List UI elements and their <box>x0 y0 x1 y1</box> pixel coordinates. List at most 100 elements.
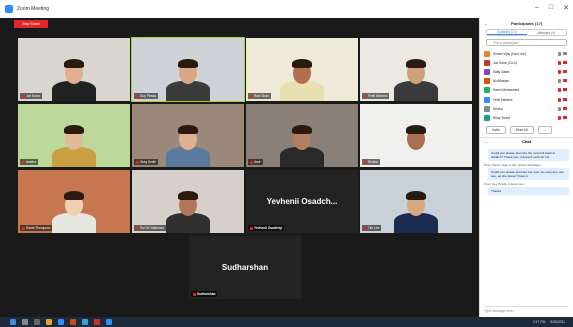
participant-row[interactable]: Harsh Mohammed <box>484 86 569 95</box>
participant-name: Sarah Thompson <box>26 226 51 230</box>
participant-list-name: Harsh Mohammed <box>493 88 520 93</box>
microphone-icon[interactable] <box>558 115 561 120</box>
participant-hair <box>292 125 312 134</box>
microphone-icon[interactable] <box>558 60 561 65</box>
participant-row[interactable]: Ali Afkarian <box>484 77 569 86</box>
chevron-down-icon[interactable]: ⌄ <box>484 21 487 26</box>
task-view-icon[interactable] <box>34 319 40 325</box>
video-tile[interactable]: Ravi Shah <box>246 38 358 101</box>
participant-name-tag: Aastha <box>20 159 38 165</box>
participant-row[interactable]: Ruby Torres <box>484 113 569 122</box>
video-tile[interactable]: Tim Lee <box>360 170 472 233</box>
video-tile[interactable]: Sarah Thompson <box>18 170 130 233</box>
participant-body <box>166 81 210 101</box>
camera-icon[interactable] <box>563 88 567 92</box>
participant-name-tag: Ferki Mertens <box>362 93 390 99</box>
participant-body <box>394 147 438 167</box>
avatar <box>484 87 490 94</box>
minimize-icon[interactable]: – <box>535 4 539 12</box>
participant-body <box>52 147 96 167</box>
zoom-logo-icon <box>5 5 13 13</box>
participant-body <box>394 81 438 101</box>
participant-hair <box>406 125 426 134</box>
camera-icon[interactable] <box>563 69 567 73</box>
zoom-window: Zoom Meeting – □ ✕ Stop Share Jun Kwon Gu… <box>0 0 573 317</box>
chat-input[interactable]: Type message here... <box>484 306 569 313</box>
tab-attendee[interactable]: Attendee (4) <box>527 30 567 35</box>
microphone-icon[interactable] <box>558 106 561 111</box>
participant-row[interactable]: Devika <box>484 104 569 113</box>
participant-name-tag: Guy Pinsky <box>134 93 159 99</box>
participant-name: Sudharshan <box>197 292 216 296</box>
video-tile[interactable]: Ferki Mertens <box>360 38 472 101</box>
participant-search-input[interactable]: Find a participant <box>486 39 567 46</box>
camera-icon[interactable] <box>563 97 567 101</box>
video-tile[interactable]: Amir <box>246 104 358 167</box>
microphone-icon[interactable] <box>558 79 561 84</box>
clock-time[interactable]: 2:17 PM <box>533 320 545 324</box>
participant-row[interactable]: Jun Kwon (Co-h) <box>484 58 569 67</box>
participant-name-tag: Devika <box>362 159 380 165</box>
maximize-icon[interactable]: □ <box>549 4 553 12</box>
microphone-icon[interactable] <box>558 51 561 56</box>
clock-date[interactable]: 8/25/2021 <box>550 320 565 324</box>
video-tile[interactable]: Yevhenii Osadch... Yevhenii Osadchyi <box>246 170 358 233</box>
teams-icon[interactable] <box>82 319 88 325</box>
file-explorer-icon[interactable] <box>46 319 52 325</box>
camera-icon[interactable] <box>563 79 567 83</box>
participant-name: Jun Kwon <box>26 94 40 98</box>
participant-name: Amir <box>254 160 261 164</box>
participant-row[interactable]: Salty Gatlin <box>484 67 569 76</box>
participant-list-name: Salty Gatlin <box>493 69 510 74</box>
participant-name: Aastha <box>26 160 36 164</box>
mute-all-button[interactable]: Mute All <box>509 125 534 134</box>
camera-icon[interactable] <box>563 106 567 110</box>
more-button[interactable]: ... <box>537 125 553 134</box>
participant-actions: Invite Mute All ... <box>486 125 567 134</box>
camera-icon[interactable] <box>563 51 567 55</box>
mic-muted-icon <box>22 226 25 230</box>
participant-name-tag: Jun Kwon <box>20 93 42 99</box>
video-tile[interactable]: Devika <box>360 104 472 167</box>
video-tile[interactable]: Aastha <box>18 104 130 167</box>
stop-share-button[interactable]: Stop Share <box>14 20 48 28</box>
start-icon[interactable] <box>10 319 16 325</box>
video-tile[interactable]: Jun Kwon <box>18 38 130 101</box>
chat-messages: Could you please promote the new link ba… <box>480 146 573 199</box>
microphone-icon[interactable] <box>558 97 561 102</box>
mic-muted-icon <box>136 226 139 230</box>
participant-hair <box>64 191 84 200</box>
microphone-icon[interactable] <box>558 88 561 93</box>
camera-icon[interactable] <box>563 60 567 64</box>
chat-message: Could you please promote the new link ba… <box>488 148 569 161</box>
microphone-icon[interactable] <box>558 69 561 74</box>
video-tile[interactable]: Sai Sri Vaishnavi <box>132 170 244 233</box>
mic-muted-icon <box>22 94 25 98</box>
video-tile[interactable]: Greg Smith <box>132 104 244 167</box>
participant-list-name: Ferki Mertens <box>493 97 513 102</box>
participant-name: Sai Sri Vaishnavi <box>140 226 164 230</box>
browser-icon[interactable] <box>58 319 64 325</box>
participant-name: Guy Pinsky <box>140 94 157 98</box>
search-icon[interactable] <box>22 319 28 325</box>
close-icon[interactable]: ✕ <box>563 4 569 12</box>
mic-muted-icon <box>250 94 253 98</box>
chrome-icon[interactable] <box>94 319 100 325</box>
participant-list-name: Devika <box>493 106 503 111</box>
invite-button[interactable]: Invite <box>486 125 506 134</box>
chat-header: ⌄ Chat <box>480 136 573 146</box>
avatar <box>484 78 490 85</box>
avatar <box>484 50 490 57</box>
tab-speaking[interactable]: Speaking (13) <box>487 30 527 35</box>
windows-taskbar: 2:17 PM 8/25/2021 <box>0 317 573 327</box>
participant-row[interactable]: Ferki Mertens <box>484 95 569 104</box>
video-tile[interactable]: Guy Pinsky <box>131 37 245 102</box>
zoom-taskbar-icon[interactable] <box>106 319 112 325</box>
camera-icon[interactable] <box>563 115 567 119</box>
chevron-down-icon[interactable]: ⌄ <box>484 139 487 144</box>
video-tile[interactable]: Sudharshan Sudharshan <box>189 236 301 299</box>
avatar <box>484 114 490 121</box>
mail-icon[interactable] <box>70 319 76 325</box>
side-panel: ⌄ Participants (17) Speaking (13) Attend… <box>479 18 573 317</box>
participant-row[interactable]: Sriram Vijay (Host, me) <box>484 49 569 58</box>
